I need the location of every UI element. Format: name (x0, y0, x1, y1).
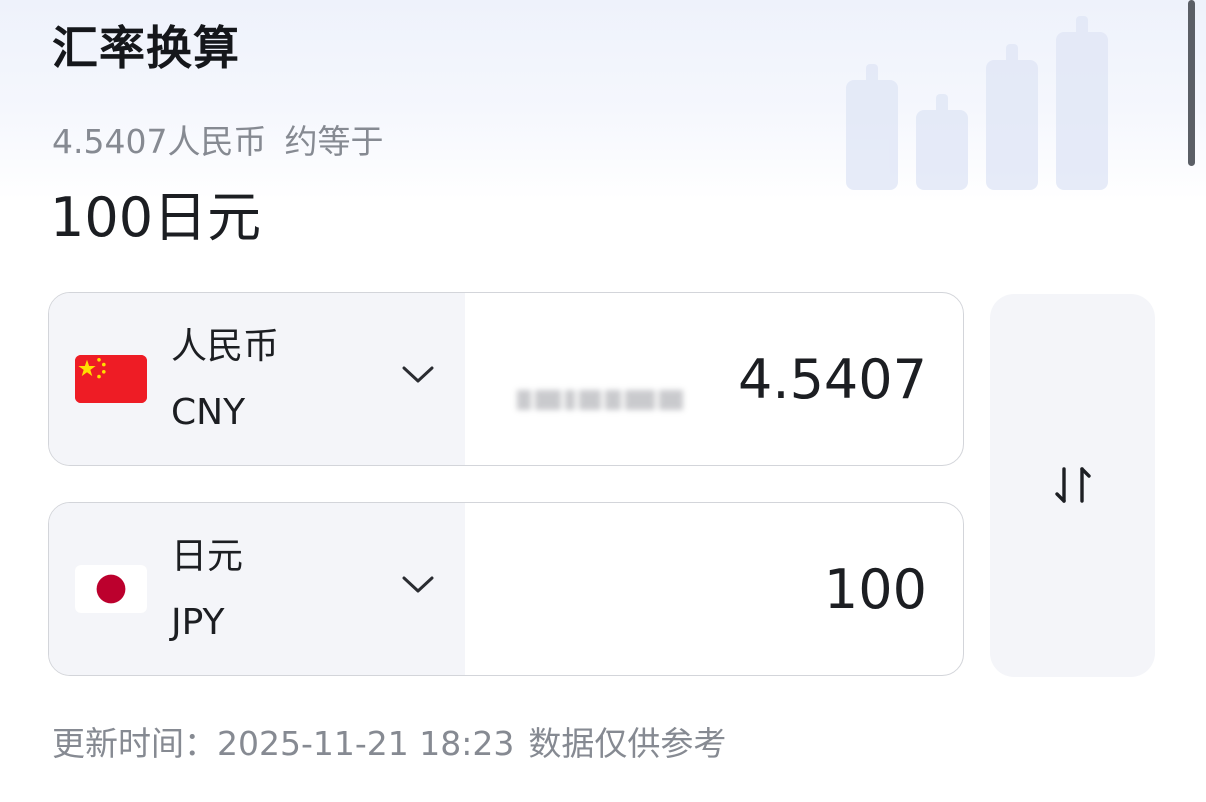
to-currency-code: JPY (171, 602, 225, 643)
scrollbar-thumb[interactable] (1188, 0, 1195, 166)
to-currency-name: 日元 (171, 536, 244, 577)
summary-from-amount: 4.5407人民币 (52, 122, 267, 161)
decorative-chart-icon (846, 16, 1108, 190)
from-currency-selector[interactable]: 人民币 CNY (49, 293, 465, 465)
conversion-result: 100日元 (50, 186, 262, 249)
swap-arrows-icon (1055, 467, 1091, 503)
from-amount-input[interactable]: 4.5407 (738, 345, 927, 415)
to-currency-selector[interactable]: 日元 JPY (49, 503, 465, 675)
to-amount-input[interactable]: 100 (824, 555, 927, 625)
from-currency-name: 人民币 (171, 326, 280, 367)
china-flag-icon (75, 355, 147, 403)
update-info: 更新时间：2025-11-21 18:23 数据仅供参考 (52, 720, 726, 768)
chevron-down-icon (402, 366, 434, 383)
update-timestamp: 2025-11-21 18:23 (217, 724, 515, 763)
disclaimer-text: 数据仅供参考 (528, 724, 727, 763)
page-title: 汇率换算 (52, 21, 240, 75)
swap-currencies-button[interactable] (990, 294, 1155, 677)
blurred-hint-text (517, 389, 687, 413)
chevron-down-icon (402, 576, 434, 593)
summary-approx-label: 约等于 (284, 122, 384, 161)
from-currency-code: CNY (171, 392, 246, 433)
from-currency-row: 人民币 CNY 4.5407 (48, 292, 964, 466)
japan-flag-icon (75, 565, 147, 613)
update-label: 更新时间： (52, 724, 217, 763)
conversion-summary: 4.5407人民币 约等于 (52, 118, 383, 166)
to-currency-row: 日元 JPY 100 (48, 502, 964, 676)
